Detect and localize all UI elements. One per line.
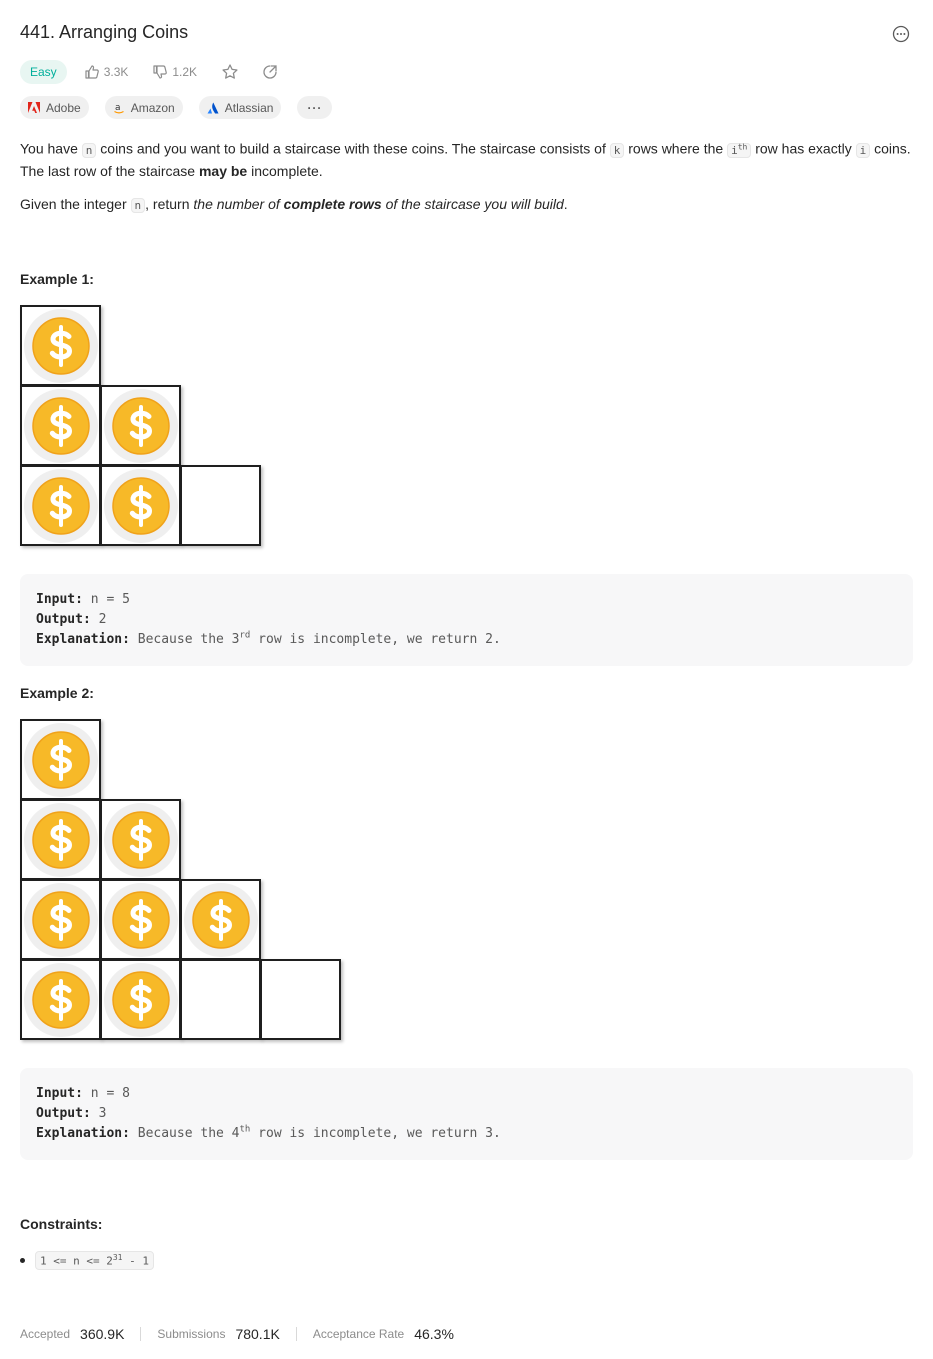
- svg-text:a: a: [115, 103, 121, 113]
- example-1-output: 2: [98, 612, 107, 627]
- coin-icon: [104, 883, 178, 957]
- coin-icon: [24, 963, 98, 1037]
- coin-icon: [104, 803, 178, 877]
- coin-icon: [104, 389, 178, 463]
- like-button[interactable]: 3.3K: [84, 64, 129, 80]
- coin-icon: [24, 803, 98, 877]
- example-1-box: Input: n = 5 Output: 2 Explanation: Beca…: [20, 574, 913, 666]
- acceptance-rate: 46.3%: [414, 1326, 454, 1342]
- like-count: 3.3K: [103, 65, 129, 79]
- example-2-input: n = 8: [90, 1086, 130, 1101]
- share-icon[interactable]: [261, 63, 279, 81]
- star-icon[interactable]: [221, 63, 239, 81]
- thumbs-down-icon: [153, 65, 168, 79]
- staircase-cell: [180, 879, 261, 960]
- staircase-cell: [20, 959, 101, 1040]
- staircase-cell: [180, 465, 261, 546]
- staircase-cell: [20, 465, 101, 546]
- staircase-cell: [20, 719, 101, 800]
- staircase-cell: [20, 305, 101, 386]
- adobe-icon: [28, 101, 40, 113]
- constraints-title: Constraints:: [20, 1216, 103, 1232]
- company-tag-atlassian[interactable]: Atlassian: [198, 96, 282, 119]
- example-1-title: Example 1:: [20, 271, 94, 287]
- difficulty-badge: Easy: [20, 60, 67, 84]
- company-tags: Adobe a Amazon Atlassian ···: [20, 96, 333, 119]
- company-tag-adobe[interactable]: Adobe: [20, 96, 89, 119]
- more-tags-button[interactable]: ···: [297, 96, 333, 119]
- coin-icon: [104, 963, 178, 1037]
- coin-icon: [24, 883, 98, 957]
- problem-title: 441. Arranging Coins: [20, 22, 189, 42]
- submissions-count: 780.1K: [235, 1326, 280, 1342]
- bullet: [20, 1257, 25, 1263]
- more-options-icon[interactable]: [892, 25, 910, 43]
- staircase-cell: [100, 385, 181, 466]
- dislike-button[interactable]: 1.2K: [152, 64, 197, 80]
- coin-icon: [184, 883, 258, 957]
- staircase-cell: [20, 879, 101, 960]
- example-2-title: Example 2:: [20, 685, 94, 701]
- staircase-cell: [20, 385, 101, 466]
- example-2-box: Input: n = 8 Output: 3 Explanation: Beca…: [20, 1068, 913, 1160]
- atlassian-icon: [207, 102, 219, 113]
- amazon-icon: a: [113, 103, 124, 113]
- staircase-cell: [100, 465, 181, 546]
- coin-icon: [104, 469, 178, 543]
- coin-icon: [24, 389, 98, 463]
- example-1-input: n = 5: [90, 592, 130, 607]
- coin-icon: [24, 723, 98, 797]
- example-2-output: 3: [98, 1106, 107, 1121]
- coin-icon: [24, 469, 98, 543]
- problem-meta-row: Easy 3.3K 1.2K: [20, 60, 279, 84]
- submission-stats: Accepted 360.9K Submissions 780.1K Accepta…: [20, 1326, 454, 1342]
- staircase-cell: [100, 959, 181, 1040]
- staircase-cell: [180, 959, 261, 1040]
- company-tag-amazon[interactable]: a Amazon: [104, 96, 183, 119]
- problem-task: Given the integer n, return the number o…: [20, 196, 568, 213]
- thumbs-up-icon: [85, 65, 99, 79]
- coin-icon: [24, 309, 98, 383]
- dislike-count: 1.2K: [172, 65, 198, 79]
- constraint-item: 1 <= n <= 231 - 1: [20, 1251, 154, 1270]
- staircase-cell: [100, 879, 181, 960]
- accepted-count: 360.9K: [80, 1326, 125, 1342]
- staircase-cell: [260, 959, 341, 1040]
- staircase-cell: [20, 799, 101, 880]
- problem-description: You have n coins and you want to build a…: [20, 140, 911, 179]
- staircase-cell: [100, 799, 181, 880]
